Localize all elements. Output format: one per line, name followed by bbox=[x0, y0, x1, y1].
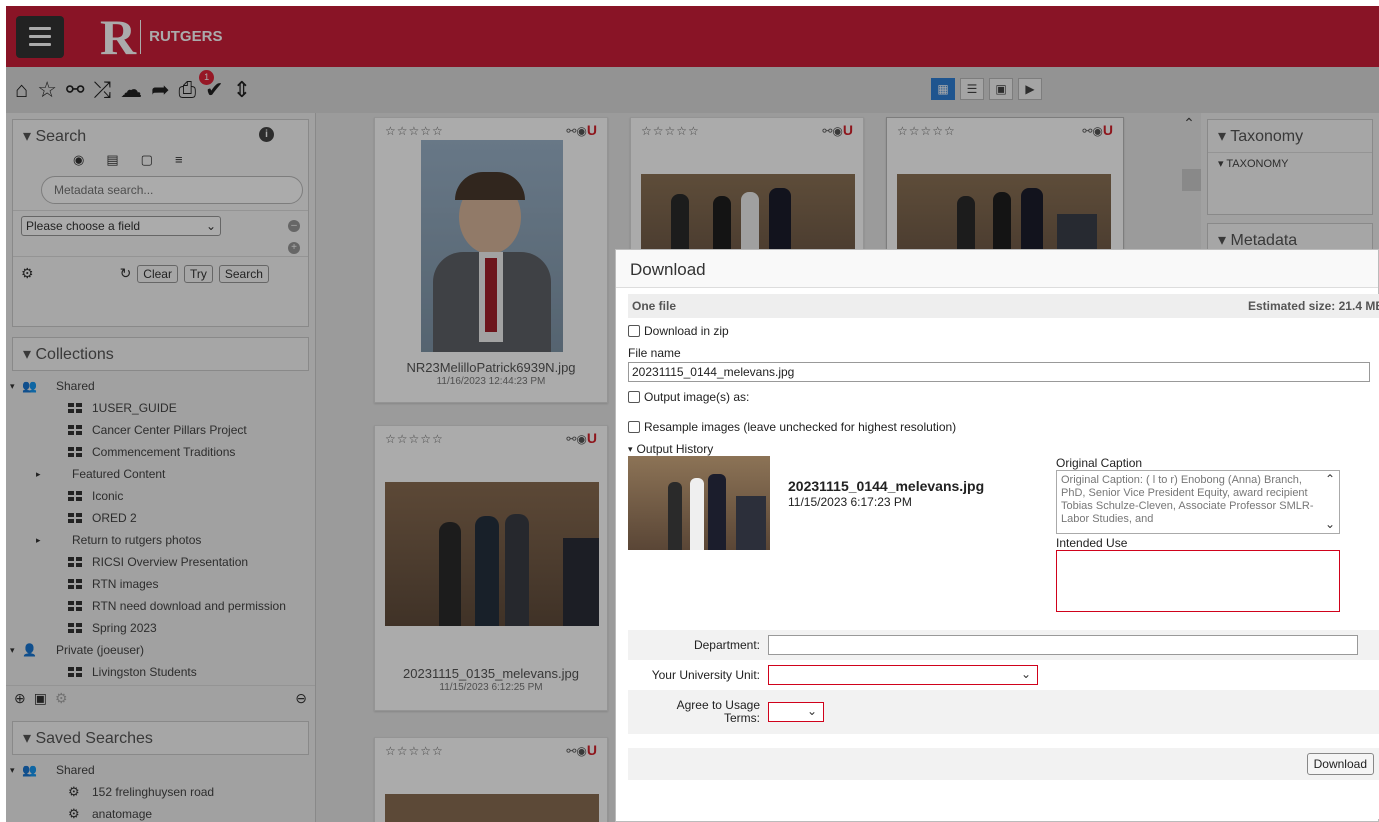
zip-checkbox-row[interactable]: Download in zip bbox=[628, 318, 1379, 344]
dialog-title: Download bbox=[616, 250, 1378, 288]
department-row: Department: bbox=[628, 630, 1379, 660]
history-date: 11/15/2023 6:17:23 PM bbox=[788, 495, 912, 509]
output-history-entry: 20231115_0144_melevans.jpg 11/15/2023 6:… bbox=[628, 456, 1379, 626]
history-thumbnail[interactable] bbox=[628, 456, 770, 550]
usage-terms-label-line2: Terms: bbox=[724, 711, 760, 725]
usage-terms-label-line1: Agree to Usage bbox=[676, 698, 760, 712]
caret-down-icon: ▾ bbox=[628, 443, 633, 454]
resample-checkbox[interactable] bbox=[628, 421, 640, 433]
file-count: One file bbox=[632, 299, 677, 313]
file-summary-bar: One file Estimated size: 21.4 MB bbox=[628, 294, 1379, 318]
usage-terms-label: Agree to Usage Terms: bbox=[628, 699, 768, 725]
intended-use-label: Intended Use bbox=[1056, 536, 1128, 550]
department-label: Department: bbox=[693, 638, 760, 652]
output-checkbox-row[interactable]: Output image(s) as: bbox=[628, 384, 1379, 410]
zip-checkbox[interactable] bbox=[628, 325, 640, 337]
history-filename: 20231115_0144_melevans.jpg bbox=[788, 478, 985, 494]
university-unit-row: Your University Unit: ⌄ bbox=[628, 660, 1379, 690]
usage-terms-row: Agree to Usage Terms: ⌄ bbox=[628, 690, 1379, 734]
chevron-down-icon: ⌄ bbox=[1020, 667, 1031, 681]
intended-use-textarea[interactable] bbox=[1056, 550, 1340, 612]
caption-scroll-down-icon[interactable]: ⌄ bbox=[1325, 518, 1335, 531]
caption-textarea[interactable]: Original Caption: ( l to r) Enobong (Ann… bbox=[1056, 470, 1340, 534]
output-label: Output image(s) as: bbox=[644, 390, 750, 404]
caption-text: Original Caption: ( l to r) Enobong (Ann… bbox=[1061, 474, 1314, 525]
output-history-toggle[interactable]: ▾ Output History bbox=[628, 442, 1379, 456]
download-dialog: Download One file Estimated size: 21.4 M… bbox=[615, 249, 1379, 822]
chevron-down-icon: ⌄ bbox=[806, 704, 817, 718]
filename-input[interactable] bbox=[628, 362, 1370, 382]
university-unit-select[interactable]: ⌄ bbox=[768, 665, 1038, 685]
usage-terms-select[interactable]: ⌄ bbox=[768, 702, 824, 722]
university-unit-label: Your University Unit: bbox=[651, 668, 760, 682]
output-checkbox[interactable] bbox=[628, 391, 640, 403]
resample-label: Resample images (leave unchecked for hig… bbox=[644, 420, 957, 434]
download-button[interactable]: Download bbox=[1306, 753, 1374, 775]
dialog-footer: Download bbox=[628, 748, 1379, 780]
resample-checkbox-row[interactable]: Resample images (leave unchecked for hig… bbox=[628, 414, 1379, 440]
estimated-size: Estimated size: 21.4 MB bbox=[1247, 299, 1379, 313]
zip-label: Download in zip bbox=[644, 324, 729, 338]
caption-label: Original Caption bbox=[1056, 456, 1143, 470]
dialog-body: One file Estimated size: 21.4 MB Downloa… bbox=[628, 294, 1379, 819]
output-history-label: Output History bbox=[636, 442, 714, 456]
caption-scroll-up-icon[interactable]: ⌃ bbox=[1325, 473, 1335, 486]
department-input[interactable] bbox=[768, 635, 1358, 655]
filename-label: File name bbox=[628, 346, 681, 360]
